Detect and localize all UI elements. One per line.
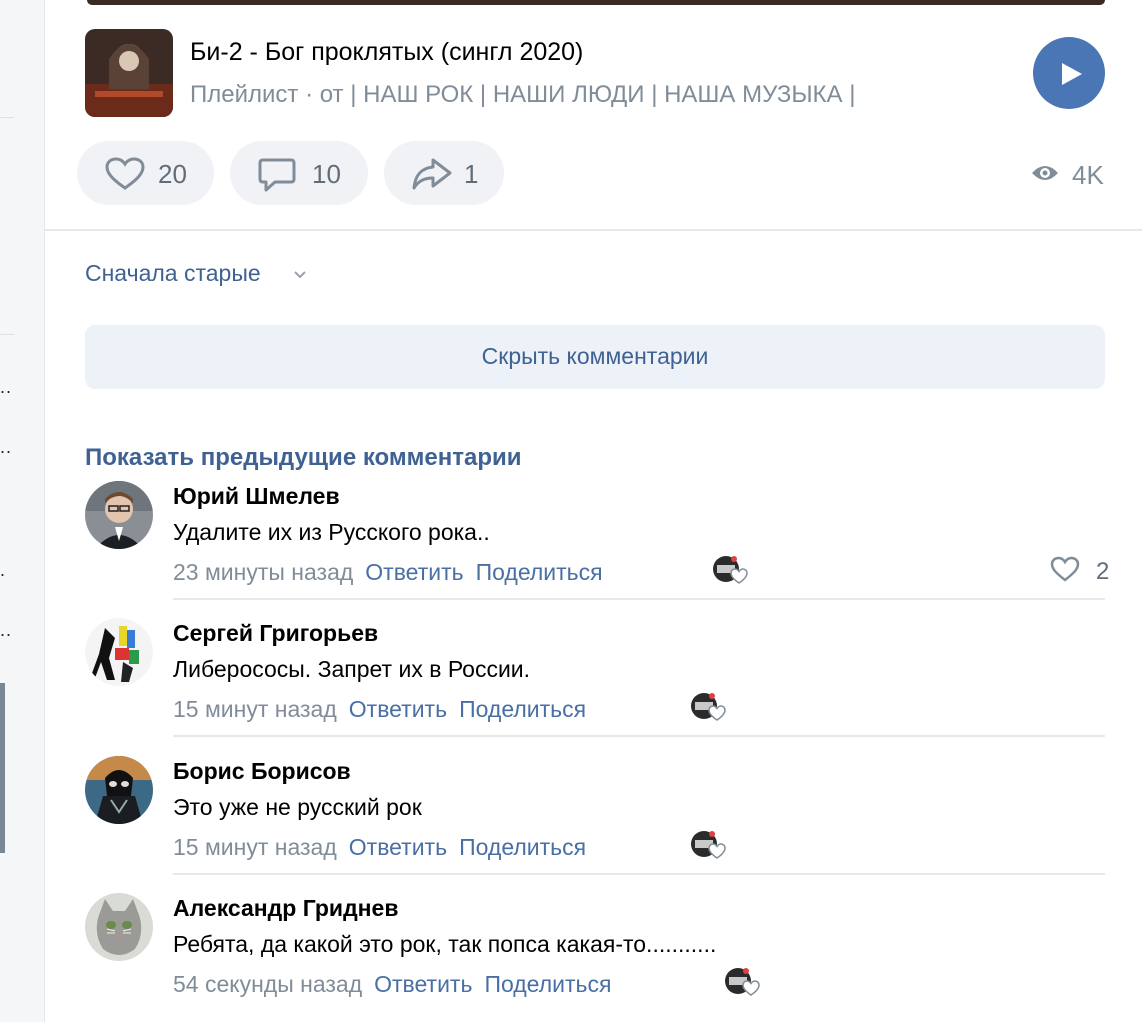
share-count: 1 (464, 159, 479, 189)
comment-author[interactable]: Юрий Шмелев (173, 483, 340, 510)
reply-link[interactable]: Ответить (365, 559, 463, 585)
comment-text: Удалите их из Русского рока.. (173, 519, 490, 545)
comment-like-button[interactable]: 2 (1050, 556, 1109, 587)
comment-meta: 54 секунды назад Ответить Поделиться (173, 971, 611, 998)
comment-divider (173, 598, 1105, 600)
share-link[interactable]: Поделиться (476, 559, 603, 585)
sidebar-truncated-text: .. (0, 377, 13, 397)
show-previous-comments-link[interactable]: Показать предыдущие комментарии (85, 444, 522, 472)
share-link[interactable]: Поделиться (459, 696, 586, 722)
comment-time[interactable]: 15 минут назад (173, 834, 337, 860)
hide-comments-label: Скрыть комментарии (481, 343, 709, 369)
sidebar-truncated-text: .. (0, 620, 13, 640)
comment-item: Александр Гриднев Ребята, да какой это р… (85, 893, 1105, 1030)
comment-icon (258, 158, 296, 192)
like-button[interactable]: 20 (77, 141, 214, 205)
reply-link[interactable]: Ответить (374, 971, 472, 997)
play-button[interactable] (1033, 37, 1105, 109)
heart-icon (105, 157, 145, 190)
sort-dropdown[interactable]: Сначала старые (85, 260, 306, 287)
section-divider (45, 229, 1142, 231)
community-like-indicator[interactable] (690, 692, 726, 722)
share-icon (412, 158, 452, 190)
comment-count: 10 (312, 159, 341, 189)
comment-author[interactable]: Александр Гриднев (173, 895, 399, 922)
sort-label: Сначала старые (85, 260, 261, 286)
comment-meta: 23 минуты назад Ответить Поделиться (173, 559, 603, 586)
hide-comments-button[interactable]: Скрыть комментарии (85, 325, 1105, 389)
comment-meta: 15 минут назад Ответить Поделиться (173, 834, 586, 861)
sidebar-truncated-text: . (0, 560, 7, 580)
post-panel: Би-2 - Бог проклятых (сингл 2020) Плейли… (45, 0, 1142, 1022)
comment-time[interactable]: 15 минут назад (173, 696, 337, 722)
avatar[interactable] (85, 481, 153, 549)
play-icon (1062, 63, 1082, 85)
sidebar-image-edge (0, 683, 5, 853)
comment-time[interactable]: 23 минуты назад (173, 559, 353, 585)
views-counter: 4K (1030, 159, 1104, 192)
comment-text: Это уже не русский рок (173, 794, 422, 820)
comment-item: Борис Борисов Это уже не русский рок 15 … (85, 756, 1105, 893)
comment-text: Либерососы. Запрет их в России. (173, 656, 531, 682)
comment-divider (173, 873, 1105, 875)
share-link[interactable]: Поделиться (459, 834, 586, 860)
playlist-cover[interactable] (85, 29, 173, 117)
heart-icon (1050, 556, 1080, 582)
eye-icon (1032, 166, 1058, 180)
reply-link[interactable]: Ответить (349, 696, 447, 722)
comment-divider (173, 735, 1105, 737)
post-image-bottom-edge (87, 0, 1105, 5)
comment-meta: 15 минут назад Ответить Поделиться (173, 696, 586, 723)
sidebar-truncated-text: .. (0, 437, 13, 457)
comment-time[interactable]: 54 секунды назад (173, 971, 362, 997)
chevron-down-icon (294, 271, 306, 279)
comment-author[interactable]: Борис Борисов (173, 758, 351, 785)
comment-author[interactable]: Сергей Григорьев (173, 620, 378, 647)
sidebar-divider (0, 117, 14, 118)
comment-like-count: 2 (1096, 558, 1110, 585)
comment-item: Сергей Григорьев Либерососы. Запрет их в… (85, 618, 1105, 755)
avatar[interactable] (85, 893, 153, 961)
avatar[interactable] (85, 618, 153, 686)
playlist-subtitle[interactable]: Плейлист · от | НАШ РОК | НАШИ ЛЮДИ | НА… (190, 81, 855, 109)
like-count: 20 (158, 159, 187, 189)
comment-button[interactable]: 10 (230, 141, 368, 205)
community-like-indicator[interactable] (712, 555, 748, 585)
share-button[interactable]: 1 (384, 141, 504, 205)
comment-item: Юрий Шмелев Удалите их из Русского рока.… (85, 481, 1109, 618)
community-like-indicator[interactable] (724, 967, 760, 997)
left-sidebar-edge: .. .. . .. (0, 0, 45, 1022)
community-like-indicator[interactable] (690, 830, 726, 860)
views-count: 4K (1072, 160, 1104, 190)
avatar[interactable] (85, 756, 153, 824)
reply-link[interactable]: Ответить (349, 834, 447, 860)
share-link[interactable]: Поделиться (484, 971, 611, 997)
comment-text: Ребята, да какой это рок, так попса кака… (173, 931, 717, 957)
playlist-title[interactable]: Би-2 - Бог проклятых (сингл 2020) (190, 38, 583, 67)
sidebar-divider (0, 334, 14, 335)
